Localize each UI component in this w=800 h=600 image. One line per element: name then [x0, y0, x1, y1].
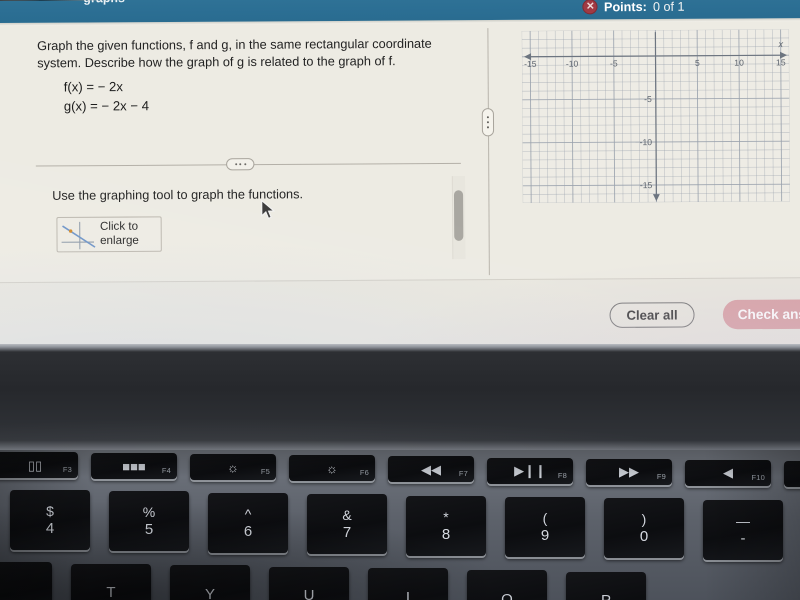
key-glyph: P	[601, 593, 611, 600]
key-glyph: 8	[441, 525, 451, 543]
key-glyph: I	[405, 588, 411, 600]
svg-text:-10: -10	[640, 137, 653, 147]
key-glyph: 6	[243, 522, 253, 540]
svg-text:-5: -5	[610, 58, 618, 68]
key-t[interactable]: T	[71, 563, 151, 600]
points-label: Points:	[603, 0, 647, 14]
key-label: F7	[458, 469, 468, 479]
key-f7[interactable]: ◀◀ F7	[388, 456, 474, 483]
key-label: F9	[656, 471, 666, 481]
key-shift-glyph: )	[641, 511, 647, 528]
key-glyph: 9	[540, 527, 550, 544]
graph-thumbnail-icon	[57, 218, 98, 252]
key-0[interactable]: ) 0	[604, 498, 684, 559]
key-label: F3	[62, 465, 72, 474]
function-f: f(x) = − 2x	[63, 78, 123, 95]
rewind-icon: ◀◀	[421, 461, 441, 477]
svg-text:5: 5	[695, 58, 700, 68]
key-5[interactable]: % 5	[109, 491, 189, 552]
svg-text:-15: -15	[524, 59, 537, 69]
key-shift-glyph: —	[736, 512, 750, 529]
key-4[interactable]: $4	[10, 490, 90, 550]
ellipsis-handle-icon[interactable]	[226, 158, 255, 171]
key-glyph: 5	[144, 521, 154, 539]
key-label: F8	[557, 470, 567, 480]
laptop-bezel	[0, 344, 800, 456]
keyboard-brightness-up-icon: ☼	[326, 460, 338, 476]
mute-icon: ◀	[723, 465, 733, 481]
key-label: F5	[260, 467, 270, 477]
launchpad-icon: ■■■	[122, 458, 146, 474]
x-circle-icon: ✕	[582, 0, 598, 15]
enlarge-label: Click to enlarge	[99, 220, 139, 247]
key-shift-glyph: $	[46, 503, 54, 519]
key-f4[interactable]: ■■■ F4	[91, 453, 177, 480]
key-shift-glyph: ^	[244, 505, 252, 522]
svg-text:x: x	[777, 39, 783, 49]
key-f9[interactable]: ▶▶ F9	[586, 458, 672, 485]
question-prompt: Graph the given functions, f and g, in t…	[37, 36, 432, 71]
key-8[interactable]: * 8	[406, 495, 486, 556]
key-glyph: -	[740, 529, 746, 547]
key-shift-glyph: %	[142, 504, 156, 521]
key-7[interactable]: & 7	[307, 494, 387, 555]
key-f8[interactable]: ▶❙❙ F8	[487, 457, 573, 484]
key-glyph: U	[303, 587, 315, 600]
scrollbar-thumb[interactable]	[453, 190, 464, 241]
click-to-enlarge-button[interactable]: Click to enlarge	[56, 216, 162, 253]
key-label: F4	[161, 466, 171, 476]
key-f6[interactable]: ☼ F6	[289, 455, 375, 482]
vertical-drag-handle-icon[interactable]	[481, 108, 495, 137]
mouse-cursor-icon	[261, 199, 276, 225]
fast-forward-icon: ▶▶	[619, 464, 639, 480]
svg-text:-5: -5	[644, 94, 652, 104]
key-f5[interactable]: ☼ F5	[190, 454, 276, 481]
key-blank[interactable]	[0, 562, 52, 600]
app-title: graphs	[83, 0, 125, 5]
check-answer-button[interactable]: Check answer	[722, 299, 800, 330]
points-indicator: ✕ Points: 0 of 1	[582, 0, 685, 15]
key-glyph: O	[501, 590, 513, 600]
key-9[interactable]: (9	[505, 497, 585, 557]
key-label: F10	[751, 472, 765, 482]
key-glyph: 4	[45, 520, 55, 537]
key-o[interactable]: O	[467, 570, 547, 600]
key-shift-glyph: *	[443, 508, 449, 525]
key-glyph: Y	[204, 585, 215, 600]
svg-text:-15: -15	[640, 180, 653, 190]
key-label: F6	[359, 468, 369, 478]
svg-text:-10: -10	[566, 59, 579, 69]
function-g: g(x) = − 2x − 4	[63, 97, 150, 114]
coordinate-grid[interactable]: -15 -10 -5 5 10 15 -5 -10 -15 x	[521, 29, 791, 204]
key-p[interactable]: P	[566, 571, 646, 600]
key-glyph: 0	[639, 528, 649, 546]
play-pause-icon: ▶❙❙	[514, 463, 546, 478]
function-definitions: f(x) = − 2x g(x) = − 2x − 4	[64, 78, 149, 117]
key--[interactable]: — -	[703, 499, 783, 560]
mission-control-icon: ▯▯	[27, 457, 43, 473]
svg-text:15: 15	[776, 57, 786, 67]
key-f10[interactable]: ◀ F10	[685, 459, 771, 486]
key-u[interactable]: U	[269, 566, 349, 600]
key-glyph: 7	[342, 524, 352, 542]
photo-of-laptop: graphs ✕ Points: 0 of 1 Graph the given …	[0, 0, 800, 600]
key-f11[interactable]: 🔊F11	[784, 460, 800, 487]
key-shift-glyph: &	[342, 507, 352, 524]
key-6[interactable]: ^ 6	[208, 492, 288, 553]
clear-all-button[interactable]: Clear all	[609, 302, 695, 328]
key-i[interactable]: I	[368, 568, 448, 600]
grid-svg: -15 -10 -5 5 10 15 -5 -10 -15 x	[521, 29, 791, 204]
svg-text:10: 10	[734, 58, 744, 68]
points-value: 0 of 1	[652, 0, 685, 14]
laptop-screen: graphs ✕ Points: 0 of 1 Graph the given …	[0, 0, 800, 354]
keyboard-brightness-down-icon: ☼	[227, 459, 239, 475]
key-f3[interactable]: ▯▯ F3	[0, 452, 78, 478]
laptop-keyboard: ▯▯ F3 ■■■ F4 ☼ F5 ☼ F6 ◀◀ F7 ▶❙❙ F8 ▶▶ F9 ◀ F10 🔊F11 $4%…	[0, 450, 800, 600]
key-y[interactable]: Y	[170, 565, 250, 600]
key-glyph: T	[106, 584, 116, 600]
key-shift-glyph: (	[542, 510, 548, 526]
